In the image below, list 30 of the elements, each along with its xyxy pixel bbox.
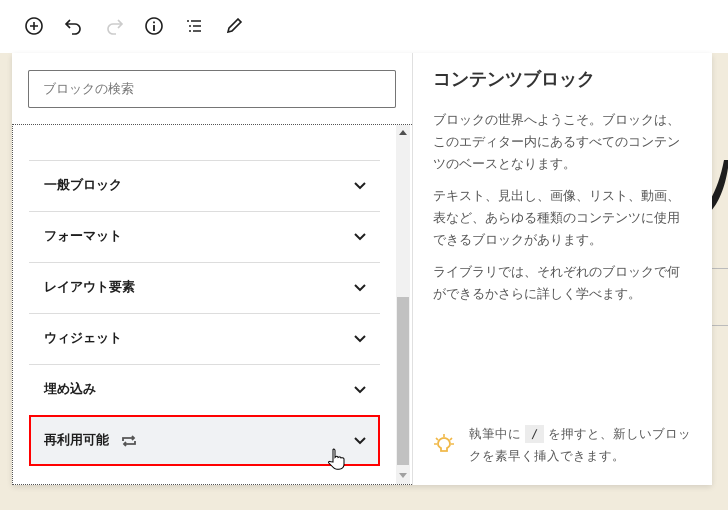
description-text: テキスト、見出し、画像、リスト、動画、表など、あらゆる種類のコンテンツに使用できるブロックがあります。 — [433, 188, 681, 250]
category-item[interactable]: フォーマット — [29, 211, 380, 262]
chevron-down-icon — [354, 284, 366, 292]
chevron-down-icon — [354, 437, 366, 445]
category-item[interactable]: ウィジェット — [29, 313, 380, 364]
category-item[interactable]: 一般ブロック — [29, 160, 380, 211]
background-glyph-drawing — [710, 160, 728, 212]
hand-cursor-icon — [328, 448, 345, 470]
category-label: レイアウト要素 — [44, 278, 135, 298]
category-label: 埋め込み — [44, 380, 96, 400]
category-label: フォーマット — [44, 228, 122, 246]
description-text: ブロックの世界へようこそ。ブロックは、このエディター内にあるすべてのコンテンツのベースとなります。 — [433, 112, 681, 174]
chevron-down-icon — [354, 233, 366, 241]
scrollbar-thumb[interactable] — [397, 297, 409, 465]
tip-text: 執筆中に / を押すと、新しいブロックを素早く挿入できます。 — [469, 424, 692, 465]
chevron-down-icon — [354, 182, 366, 190]
lightbulb-icon — [433, 433, 455, 455]
repeat-icon — [121, 435, 137, 447]
panel-title: コンテンツブロック — [433, 69, 596, 91]
scrollbar[interactable] — [396, 125, 410, 484]
category-item[interactable]: 再利用可能 — [29, 415, 380, 466]
chevron-down-icon — [354, 335, 366, 343]
scroll-up-icon[interactable] — [399, 130, 407, 135]
category-label: ウィジェット — [44, 330, 122, 348]
category-label: 再利用可能 — [44, 432, 109, 450]
search-field[interactable]: ブロックの検索 — [28, 70, 396, 108]
category-label: 一般ブロック — [44, 176, 122, 196]
category-item[interactable]: レイアウト要素 — [29, 262, 380, 313]
description-text: ライブラリでは、それぞれのブロックで何ができるかさらに詳しく学べます。 — [433, 264, 681, 304]
chevron-down-icon — [354, 386, 366, 394]
